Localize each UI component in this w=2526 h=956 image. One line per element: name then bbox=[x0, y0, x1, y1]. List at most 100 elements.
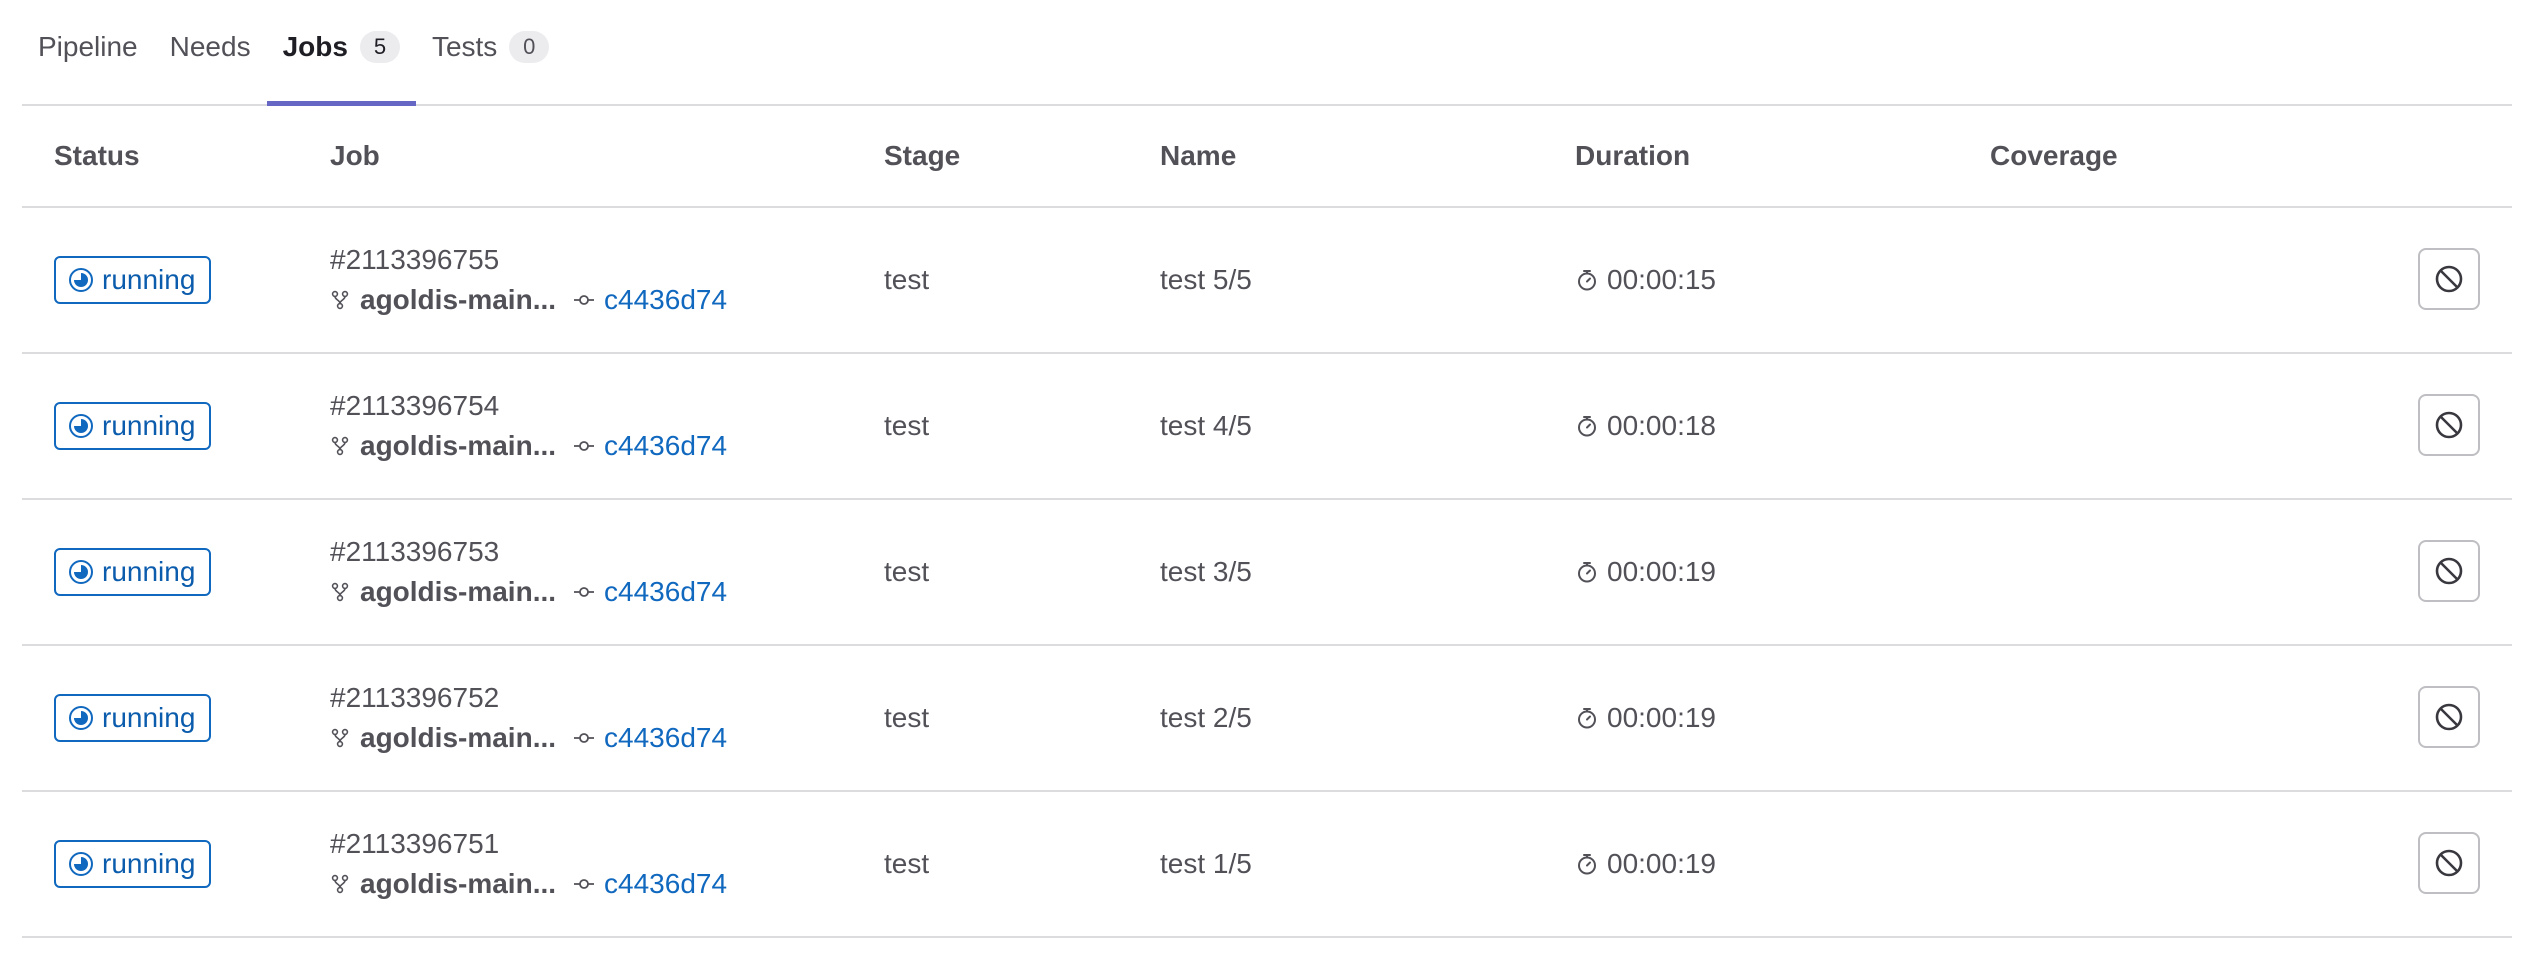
commit-icon bbox=[574, 587, 595, 597]
cancel-button[interactable] bbox=[2418, 394, 2480, 456]
commit-sha-link[interactable]: c4436d74 bbox=[604, 284, 727, 316]
status-badge[interactable]: running bbox=[54, 840, 212, 888]
status-label: running bbox=[102, 264, 196, 295]
job-cell: #2113396754 agoldis-main... c4436d74 bbox=[330, 388, 850, 464]
pipeline-tabs: Pipeline Needs Jobs 5 Tests 0 bbox=[22, 0, 2512, 106]
status-label: running bbox=[102, 556, 196, 587]
header-stage: Stage bbox=[884, 140, 961, 171]
job-id-link[interactable]: #2113396753 bbox=[330, 534, 850, 570]
job-meta: agoldis-main... c4436d74 bbox=[330, 282, 850, 318]
cancel-button[interactable] bbox=[2418, 832, 2480, 894]
status-badge[interactable]: running bbox=[54, 694, 212, 742]
status-running-icon bbox=[69, 560, 93, 584]
job-cell: #2113396751 agoldis-main... c4436d74 bbox=[330, 826, 850, 902]
branch-link[interactable]: agoldis-main... bbox=[360, 284, 556, 316]
status-running-icon bbox=[69, 414, 93, 438]
commit-sha-link[interactable]: c4436d74 bbox=[604, 576, 727, 608]
job-id-link[interactable]: #2113396752 bbox=[330, 680, 850, 716]
tab-count-badge: 5 bbox=[359, 31, 400, 63]
duration-value: 00:00:15 bbox=[1607, 264, 1716, 295]
tab-label: Pipeline bbox=[38, 31, 138, 62]
header-name: Name bbox=[1160, 140, 1237, 171]
duration-cell: 00:00:19 bbox=[1575, 792, 1716, 936]
tab-label: Needs bbox=[169, 31, 251, 62]
timer-icon bbox=[1578, 854, 1596, 875]
commit: c4436d74 bbox=[574, 722, 727, 754]
duration-cell: 00:00:19 bbox=[1575, 500, 1716, 644]
tab-tests[interactable]: Tests 0 bbox=[416, 2, 565, 104]
name-cell: test 5/5 bbox=[1160, 264, 1252, 295]
job-cell: #2113396755 agoldis-main... c4436d74 bbox=[330, 242, 850, 318]
commit: c4436d74 bbox=[574, 430, 727, 462]
job-cell: #2113396752 agoldis-main... c4436d74 bbox=[330, 680, 850, 756]
tab-count-badge: 0 bbox=[509, 31, 550, 63]
cancel-button[interactable] bbox=[2418, 248, 2480, 310]
status-cell: running bbox=[54, 354, 212, 498]
tab-label: Jobs bbox=[282, 31, 348, 62]
duration-value: 00:00:19 bbox=[1607, 556, 1716, 587]
branch-link[interactable]: agoldis-main... bbox=[360, 868, 556, 900]
cancel-icon bbox=[2435, 703, 2463, 731]
job-meta: agoldis-main... c4436d74 bbox=[330, 574, 850, 610]
name-cell: test 3/5 bbox=[1160, 556, 1252, 587]
commit-icon bbox=[574, 441, 595, 451]
name-cell: test 1/5 bbox=[1160, 848, 1252, 879]
timer-icon bbox=[1578, 416, 1596, 437]
commit-icon bbox=[574, 733, 595, 743]
cancel-button[interactable] bbox=[2418, 540, 2480, 602]
commit-icon bbox=[574, 295, 595, 305]
tab-jobs[interactable]: Jobs 5 bbox=[266, 2, 417, 106]
commit: c4436d74 bbox=[574, 576, 727, 608]
commit-icon bbox=[574, 879, 595, 889]
table-header: Status Job Stage Name Duration Coverage bbox=[22, 104, 2512, 208]
status-badge[interactable]: running bbox=[54, 402, 212, 450]
duration-value: 00:00:18 bbox=[1607, 410, 1716, 441]
header-job: Job bbox=[330, 140, 380, 171]
job-meta: agoldis-main... c4436d74 bbox=[330, 720, 850, 756]
status-label: running bbox=[102, 702, 196, 733]
job-cell: #2113396753 agoldis-main... c4436d74 bbox=[330, 534, 850, 610]
tab-label: Tests bbox=[431, 31, 498, 62]
branch-link[interactable]: agoldis-main... bbox=[360, 576, 556, 608]
name-cell: test 4/5 bbox=[1160, 410, 1252, 441]
jobs-table: Status Job Stage Name Duration Coverage … bbox=[22, 104, 2512, 938]
branch-icon bbox=[331, 874, 349, 894]
cancel-icon bbox=[2435, 265, 2463, 293]
stage-cell: test bbox=[884, 848, 930, 879]
status-running-icon bbox=[69, 706, 93, 730]
job-meta: agoldis-main... c4436d74 bbox=[330, 428, 850, 464]
table-row: running #2113396754 agoldis-main... c443… bbox=[22, 354, 2512, 500]
branch-link[interactable]: agoldis-main... bbox=[360, 722, 556, 754]
commit-sha-link[interactable]: c4436d74 bbox=[604, 868, 727, 900]
status-running-icon bbox=[69, 268, 93, 292]
status-label: running bbox=[102, 410, 196, 441]
status-badge[interactable]: running bbox=[54, 548, 212, 596]
branch-link[interactable]: agoldis-main... bbox=[360, 430, 556, 462]
commit-sha-link[interactable]: c4436d74 bbox=[604, 430, 727, 462]
branch-icon bbox=[331, 290, 349, 310]
job-id-link[interactable]: #2113396754 bbox=[330, 388, 850, 424]
duration-value: 00:00:19 bbox=[1607, 848, 1716, 879]
header-coverage: Coverage bbox=[1990, 140, 2118, 171]
status-badge[interactable]: running bbox=[54, 256, 212, 304]
tab-needs[interactable]: Needs bbox=[154, 2, 267, 104]
job-id-link[interactable]: #2113396751 bbox=[330, 826, 850, 862]
header-duration: Duration bbox=[1575, 140, 1691, 171]
cancel-button[interactable] bbox=[2418, 686, 2480, 748]
commit: c4436d74 bbox=[574, 284, 727, 316]
header-status: Status bbox=[54, 140, 140, 171]
name-cell: test 2/5 bbox=[1160, 702, 1252, 733]
timer-icon bbox=[1578, 270, 1596, 291]
duration-cell: 00:00:19 bbox=[1575, 646, 1716, 790]
branch-icon bbox=[331, 582, 349, 602]
status-cell: running bbox=[54, 208, 212, 352]
tab-pipeline[interactable]: Pipeline bbox=[22, 2, 154, 104]
status-label: running bbox=[102, 848, 196, 879]
job-id-link[interactable]: #2113396755 bbox=[330, 242, 850, 278]
timer-icon bbox=[1578, 708, 1596, 729]
commit-sha-link[interactable]: c4436d74 bbox=[604, 722, 727, 754]
table-row: running #2113396751 agoldis-main... c443… bbox=[22, 792, 2512, 938]
stage-cell: test bbox=[884, 264, 930, 295]
stage-cell: test bbox=[884, 556, 930, 587]
commit: c4436d74 bbox=[574, 868, 727, 900]
